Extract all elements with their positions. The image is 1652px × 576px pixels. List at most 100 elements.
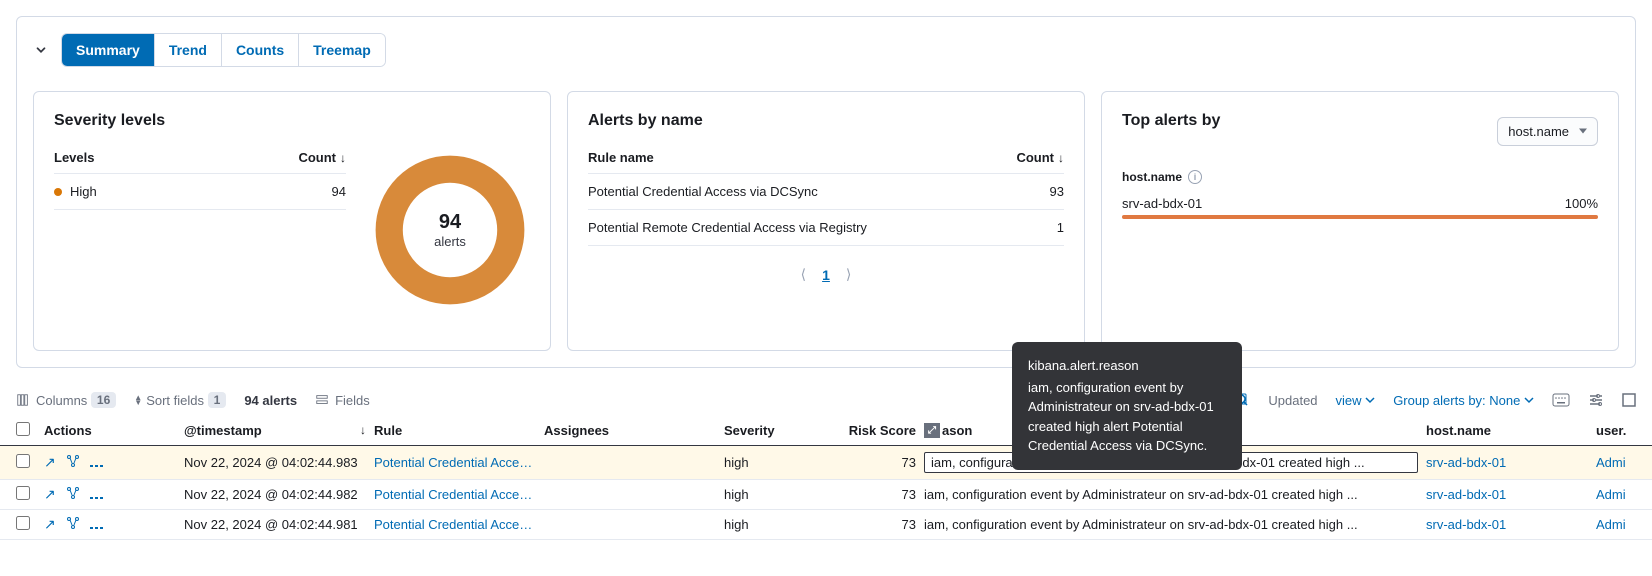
more-icon[interactable] bbox=[90, 517, 104, 533]
analyze-icon[interactable] bbox=[66, 486, 80, 503]
fullscreen-icon[interactable] bbox=[1622, 393, 1636, 407]
alerts-by-name-card: Alerts by name Rule name Count↓ Potentia… bbox=[567, 91, 1085, 351]
view-dropdown[interactable]: view bbox=[1336, 393, 1376, 408]
columns-button[interactable]: Columns 16 bbox=[16, 392, 116, 408]
cell-reason: iam, configuration event by Administrate… bbox=[924, 487, 1426, 502]
tab-summary[interactable]: Summary bbox=[62, 34, 155, 66]
top-alerts-title: Top alerts by bbox=[1122, 112, 1220, 130]
rule-row-name: Potential Credential Access via DCSync bbox=[588, 184, 818, 199]
severity-card: Severity levels Levels Count↓ High 94 bbox=[33, 91, 551, 351]
pager-prev-icon[interactable]: ⟨ bbox=[801, 266, 806, 283]
cell-user[interactable]: Admi bbox=[1596, 517, 1636, 532]
cell-user[interactable]: Admi bbox=[1596, 455, 1636, 470]
alerts-count-label: 94 alerts bbox=[244, 393, 297, 408]
severity-row: High 94 bbox=[54, 174, 346, 210]
col-assignees[interactable]: Assignees bbox=[544, 423, 724, 438]
severity-donut: 94 alerts bbox=[370, 150, 530, 310]
rule-row-count: 93 bbox=[1050, 184, 1064, 199]
select-all-checkbox[interactable] bbox=[16, 422, 30, 436]
tab-counts[interactable]: Counts bbox=[222, 34, 299, 66]
cards-row: Severity levels Levels Count↓ High 94 bbox=[33, 91, 1619, 351]
cell-severity: high bbox=[724, 517, 844, 532]
info-icon[interactable]: i bbox=[1188, 170, 1202, 184]
cell-risk: 73 bbox=[844, 455, 924, 470]
pager-next-icon[interactable]: ⟩ bbox=[846, 266, 851, 283]
table-row: ↗ Nov 22, 2024 @ 04:02:44.982 Potential … bbox=[0, 480, 1652, 510]
cell-timestamp: Nov 22, 2024 @ 04:02:44.983 bbox=[184, 455, 374, 470]
more-icon[interactable] bbox=[90, 487, 104, 503]
severity-title: Severity levels bbox=[54, 112, 530, 130]
analyze-icon[interactable] bbox=[66, 454, 80, 471]
top-alerts-card: Top alerts by host.name host.name i srv-… bbox=[1101, 91, 1619, 351]
sort-fields-button[interactable]: ▲▼ Sort fields 1 bbox=[134, 392, 226, 408]
cell-reason: iam, configuration event by Administrate… bbox=[924, 517, 1426, 532]
severity-levels-header[interactable]: Levels bbox=[54, 150, 94, 165]
severity-row-count: 94 bbox=[332, 184, 346, 199]
rule-row-name: Potential Remote Credential Access via R… bbox=[588, 220, 867, 235]
rule-count-header[interactable]: Count↓ bbox=[1016, 150, 1064, 165]
severity-table: Levels Count↓ High 94 bbox=[54, 150, 346, 210]
top-alerts-bar bbox=[1122, 215, 1598, 219]
keyboard-icon[interactable] bbox=[1552, 393, 1570, 407]
top-alerts-host: srv-ad-bdx-01 bbox=[1122, 196, 1202, 211]
pager-current[interactable]: 1 bbox=[822, 267, 830, 283]
pager: ⟨ 1 ⟩ bbox=[588, 266, 1064, 283]
fields-button[interactable]: Fields bbox=[315, 393, 370, 408]
analyze-icon[interactable] bbox=[66, 516, 80, 533]
table-header: Actions @timestamp↓ Rule Assignees Sever… bbox=[0, 416, 1652, 446]
top-alerts-select[interactable]: host.name bbox=[1497, 117, 1598, 146]
tooltip-field: kibana.alert.reason bbox=[1028, 356, 1226, 376]
alerts-by-name-title: Alerts by name bbox=[588, 112, 1064, 130]
col-rule[interactable]: Rule bbox=[374, 423, 544, 438]
top-alerts-row: srv-ad-bdx-01 100% bbox=[1122, 196, 1598, 211]
col-host[interactable]: host.name bbox=[1426, 423, 1596, 438]
rule-row: Potential Remote Credential Access via R… bbox=[588, 210, 1064, 246]
expand-icon[interactable]: ↗ bbox=[44, 516, 56, 533]
donut-label: alerts bbox=[434, 234, 466, 249]
cell-risk: 73 bbox=[844, 517, 924, 532]
rule-row: Potential Credential Access via DCSync 9… bbox=[588, 174, 1064, 210]
col-user[interactable]: user. bbox=[1596, 423, 1636, 438]
severity-row-label: High bbox=[70, 184, 97, 199]
cell-rule[interactable]: Potential Credential Acces... bbox=[374, 517, 544, 532]
cell-host[interactable]: srv-ad-bdx-01 bbox=[1426, 517, 1596, 532]
group-alerts-dropdown[interactable]: Group alerts by: None bbox=[1393, 393, 1534, 408]
tooltip-text: iam, configuration event by Administrate… bbox=[1028, 378, 1226, 456]
cell-severity: high bbox=[724, 487, 844, 502]
top-alerts-field-label: host.name bbox=[1122, 170, 1182, 184]
cell-host[interactable]: srv-ad-bdx-01 bbox=[1426, 487, 1596, 502]
expand-handle-icon[interactable]: ⤢ bbox=[924, 423, 940, 438]
top-alerts-pct: 100% bbox=[1565, 196, 1598, 211]
cell-severity: high bbox=[724, 455, 844, 470]
cell-user[interactable]: Admi bbox=[1596, 487, 1636, 502]
tab-pill-group: Summary Trend Counts Treemap bbox=[61, 33, 386, 67]
table-row: ↗ Nov 22, 2024 @ 04:02:44.983 Potential … bbox=[0, 446, 1652, 480]
expand-icon[interactable]: ↗ bbox=[44, 486, 56, 503]
tab-trend[interactable]: Trend bbox=[155, 34, 222, 66]
updated-label: Updated bbox=[1268, 393, 1317, 408]
tab-treemap[interactable]: Treemap bbox=[299, 34, 385, 66]
settings-icon[interactable] bbox=[1588, 392, 1604, 408]
collapse-chevron-icon[interactable] bbox=[33, 42, 49, 58]
more-icon[interactable] bbox=[90, 455, 104, 471]
expand-icon[interactable]: ↗ bbox=[44, 454, 56, 471]
tab-row: Summary Trend Counts Treemap bbox=[33, 33, 1619, 67]
col-severity[interactable]: Severity bbox=[724, 423, 844, 438]
reason-tooltip: kibana.alert.reason iam, configuration e… bbox=[1012, 342, 1242, 470]
col-timestamp[interactable]: @timestamp↓ bbox=[184, 423, 374, 438]
table-toolbar: Columns 16 ▲▼ Sort fields 1 94 alerts Fi… bbox=[0, 384, 1652, 416]
rule-name-header[interactable]: Rule name bbox=[588, 150, 654, 165]
cell-rule[interactable]: Potential Credential Acces... bbox=[374, 455, 544, 470]
cell-rule[interactable]: Potential Credential Acces... bbox=[374, 487, 544, 502]
row-checkbox[interactable] bbox=[16, 486, 30, 500]
severity-dot-high-icon bbox=[54, 188, 62, 196]
row-checkbox[interactable] bbox=[16, 454, 30, 468]
sort-icon: ▲▼ bbox=[134, 395, 142, 405]
cell-host[interactable]: srv-ad-bdx-01 bbox=[1426, 455, 1596, 470]
cell-risk: 73 bbox=[844, 487, 924, 502]
row-checkbox[interactable] bbox=[16, 516, 30, 530]
severity-count-header[interactable]: Count↓ bbox=[298, 150, 346, 165]
col-risk[interactable]: Risk Score bbox=[844, 423, 924, 438]
donut-value: 94 bbox=[439, 211, 461, 234]
col-actions[interactable]: Actions bbox=[44, 423, 184, 438]
